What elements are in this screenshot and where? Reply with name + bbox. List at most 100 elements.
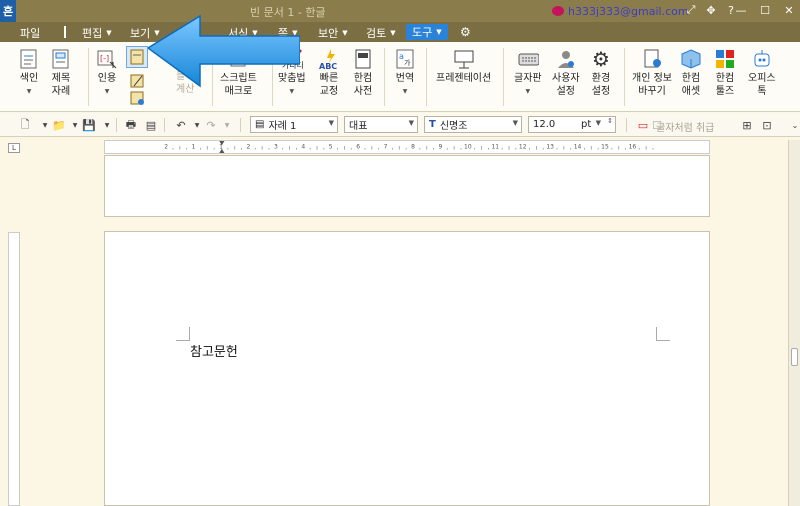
title-list-button[interactable]: 제목 자례 (50, 48, 72, 98)
style-icon: ▤ (255, 119, 265, 130)
toolbar-separator (626, 118, 627, 132)
quick-correct-label: 빠른 교정 (319, 73, 339, 97)
ribbon-separator (88, 48, 89, 106)
ruler-number: 10 (464, 144, 472, 151)
horizontal-ruler[interactable]: 2 1 1 2 3 4 5 6 7 8 9 10 11 12 13 14 15 16 (104, 140, 710, 154)
minimize-button[interactable]: — (734, 2, 748, 18)
document-text[interactable]: 참고문헌 (190, 341, 238, 360)
hancom-dict-button[interactable]: 한컴 사전 (352, 48, 374, 98)
user-settings-button[interactable]: 사용자 설정 (552, 48, 580, 98)
env-settings-button[interactable]: ⚙ 환경 설정 (590, 48, 612, 98)
presentation-label: 프레젠테이션 (436, 73, 492, 84)
maximize-button[interactable]: ☐ (758, 2, 772, 18)
menu-tools[interactable]: 도구 ▼ (406, 24, 448, 40)
current-page[interactable] (104, 231, 710, 506)
translate-icon: a가 (394, 48, 416, 70)
keyboard-button[interactable]: 글자판 ▼ (514, 48, 542, 98)
preview-icon[interactable]: ▤ (142, 117, 160, 133)
fullscreen-icon[interactable]: ⤢ (684, 2, 698, 18)
toolbar-separator (240, 118, 241, 132)
hancom-asset-button[interactable]: 한컴 애셋 (680, 48, 702, 98)
margin-corner-mark (656, 327, 670, 341)
account-email: h333j333@gmail.com (568, 4, 689, 18)
robot-icon (751, 48, 773, 70)
hancom-tools-label: 한컴 툴즈 (715, 73, 735, 97)
ruler-number: 14 (574, 144, 582, 151)
move-icon[interactable]: ✥ (704, 2, 718, 18)
new-document-icon[interactable]: 🗋 (16, 117, 34, 133)
index-button[interactable]: 색인 ▼ (18, 48, 40, 98)
translate-button[interactable]: a가 번역 ▼ (394, 48, 416, 98)
cite-label: 인용 (97, 73, 117, 84)
ruler-number: 7 (384, 144, 388, 151)
menu-label: 보안 (318, 27, 339, 40)
ruler-number: 11 (491, 144, 499, 151)
bookmark-button[interactable] (126, 90, 148, 108)
font-size-input[interactable]: 12.0 pt ▼ ⇕ (528, 116, 616, 133)
style-select[interactable]: ▤ 자례 1 ▼ (250, 116, 338, 133)
keyboard-label: 글자판 (514, 73, 542, 84)
menu-label: 검토 (366, 27, 387, 40)
office-tok-label: 오피스 톡 (748, 73, 776, 97)
svg-text:가: 가 (404, 58, 411, 67)
ruler-number: 3 (274, 144, 278, 151)
ribbon: 색인 ▼ 제목 자례 [-] 인용 ▼ 블록 계산 스크립트 매크로 가나다 맞춤법… (0, 42, 800, 112)
ruler-number: 1 (192, 144, 196, 151)
menu-bar: 파일 편집 ▼ 보기 ▼ 서식 ▼ 쪽 ▼ 보안 ▼ 검토 ▼ 도구 ▼ ⚙ (0, 22, 800, 42)
chevron-down-icon[interactable]: ⌄ (786, 117, 800, 133)
vertical-scrollbar[interactable] (788, 140, 800, 506)
font-size-value: 12.0 (533, 119, 556, 130)
chevron-down-icon: ▼ (595, 119, 601, 127)
chevron-down-icon: ▼ (512, 119, 518, 127)
table-grid-icon[interactable]: ⊡ (758, 117, 776, 133)
spinner-icon[interactable]: ⇕ (607, 117, 613, 125)
chevron-down-icon: ▼ (390, 29, 396, 37)
svg-text:[-]: [-] (100, 54, 109, 63)
office-tok-button[interactable]: 오피스 톡 (748, 48, 776, 98)
user-settings-icon (555, 48, 577, 70)
presentation-button[interactable]: 프레젠테이션 (436, 48, 491, 85)
menu-extra-icon[interactable]: ⚙ (460, 25, 471, 39)
menu-file[interactable]: 파일 (20, 25, 40, 41)
menu-edit[interactable]: 편집 ▼ (82, 25, 112, 41)
footnote-icon (126, 46, 148, 68)
change-info-button[interactable]: 개인 정보 바꾸기 (632, 48, 672, 98)
ruler-number: 16 (629, 144, 637, 151)
save-icon[interactable]: 💾 (80, 117, 98, 133)
menu-label: 파일 (20, 27, 41, 40)
print-icon[interactable]: 🖶 (122, 117, 140, 133)
svg-text:ABC: ABC (319, 62, 337, 70)
close-button[interactable]: ✕ (782, 2, 796, 18)
menu-review[interactable]: 검토 ▼ (366, 25, 396, 41)
chevron-down-icon[interactable]: ▼ (98, 117, 116, 133)
ruler-number: 2 (247, 144, 251, 151)
font-name-select[interactable]: T 신명조 ▼ (424, 116, 522, 133)
font-language-value: 대표 (349, 121, 368, 132)
memo-icon (126, 70, 148, 92)
vertical-ruler[interactable] (8, 232, 20, 506)
app-logo[interactable]: 흔 (0, 0, 16, 22)
margin-corner-mark (176, 327, 190, 341)
menu-separator (64, 26, 66, 38)
font-language-select[interactable]: 대표 ▼ (344, 116, 418, 133)
cite-button[interactable]: [-] 인용 ▼ (96, 48, 118, 98)
style-value: 자례 1 (268, 121, 297, 132)
account-info[interactable]: h333j333@gmail.com (552, 3, 689, 19)
title-list-icon (50, 48, 72, 70)
chevron-down-icon: ▼ (408, 119, 414, 127)
footnote-button[interactable] (126, 46, 148, 70)
chevron-down-icon: ▼ (342, 29, 348, 37)
ruler-corner[interactable]: L (8, 143, 20, 153)
grid-icon[interactable]: ⊞ (738, 117, 756, 133)
ribbon-separator (384, 48, 385, 106)
bookmark-icon (126, 90, 148, 106)
ruler-number: 1 (219, 144, 223, 151)
quick-correct-icon: ABC (318, 48, 340, 70)
quick-correct-button[interactable]: ABC 빠른 교정 (318, 48, 340, 98)
chevron-down-icon[interactable]: ▼ (218, 117, 236, 133)
menu-security[interactable]: 보안 ▼ (318, 25, 348, 41)
scrollbar-thumb[interactable] (791, 348, 798, 366)
chevron-down-icon: ▼ (106, 29, 112, 37)
font-name-value: 신명조 (439, 121, 468, 132)
hancom-tools-button[interactable]: 한컴 툴즈 (714, 48, 736, 98)
